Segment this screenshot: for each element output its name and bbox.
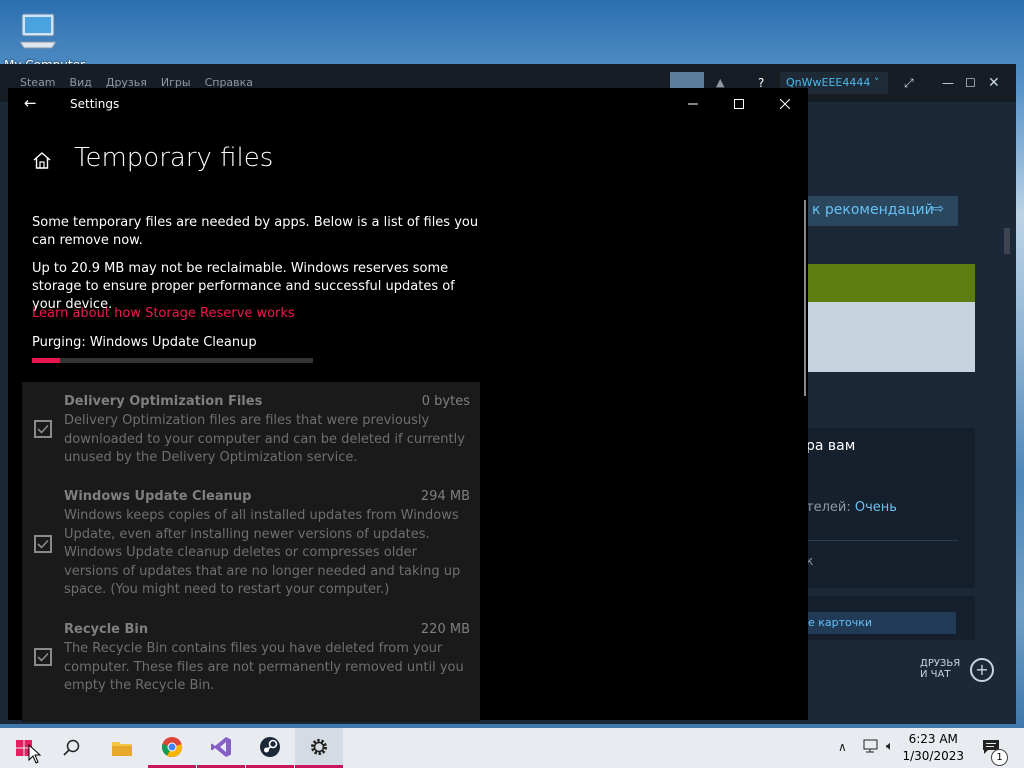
clock[interactable]: 6:23 AM 1/30/2023 [902, 731, 964, 765]
reviews-prefix: телей: [806, 500, 851, 515]
temp-files-list: Delivery Optimization Files 0 bytes Deli… [22, 382, 480, 722]
reviews-value[interactable]: Очень [855, 500, 897, 515]
search-icon [63, 739, 80, 756]
item-title: Windows Update Cleanup [64, 489, 252, 504]
search-button[interactable] [48, 728, 96, 768]
recommendations-button[interactable]: к рекомендаций ⇨ [806, 196, 958, 226]
steam-scrollbar[interactable] [1004, 228, 1010, 254]
file-explorer-button[interactable] [98, 728, 146, 768]
item-size: 220 MB [420, 622, 470, 637]
item-description: The Recycle Bin contains files you have … [64, 641, 464, 693]
window-title: Settings [70, 97, 120, 111]
steam-button[interactable] [246, 728, 294, 768]
purge-progress-fill [32, 358, 61, 363]
purging-status: Purging: Windows Update Cleanup [32, 335, 257, 350]
purge-progress-bar [32, 358, 313, 363]
home-icon[interactable] [32, 150, 52, 174]
checkmark-icon [37, 539, 49, 549]
settings-window: ← Settings Temporary files Some temporar… [8, 88, 808, 722]
page-title: Temporary files [74, 143, 274, 173]
visual-studio-icon [211, 736, 231, 757]
recommendations-label: к рекомендаций [812, 202, 934, 218]
network-icon[interactable] [862, 738, 880, 758]
item-description: Delivery Optimization files are files th… [64, 413, 465, 465]
settings-scrollbar[interactable] [804, 200, 806, 396]
checkmark-icon [37, 652, 49, 662]
checkbox[interactable] [34, 648, 52, 666]
visual-studio-button[interactable] [197, 728, 245, 768]
steam-close-button[interactable]: ✕ [988, 75, 1000, 97]
recommendation-heading: ра вам [806, 438, 856, 454]
clock-date: 1/30/2023 [902, 749, 964, 763]
bigpicture-icon[interactable]: ⤢ [904, 76, 914, 98]
settings-titlebar[interactable]: ← Settings [8, 88, 808, 120]
recommendation-panel: ра вам телей: Очень к [806, 428, 975, 588]
intro-text: Some temporary files are needed by apps.… [32, 215, 479, 248]
friends-chat-button[interactable]: ДРУЗЬЯ И ЧАТ [920, 658, 960, 680]
my-computer-icon[interactable] [14, 8, 62, 56]
volume-icon[interactable]: 🔈︎ [886, 739, 894, 754]
friends-label-1: ДРУЗЬЯ [920, 658, 961, 669]
chrome-icon [161, 736, 183, 757]
taskbar: ∧ 🔈︎ 6:23 AM 1/30/2023 1 [0, 728, 1024, 768]
maximize-button[interactable] [716, 88, 762, 120]
chevron-up-icon[interactable]: ∧ [838, 740, 847, 754]
minimize-button[interactable] [670, 88, 716, 120]
storage-reserve-link[interactable]: Learn about how Storage Reserve works [32, 306, 295, 321]
checkmark-icon [37, 424, 49, 434]
divider [806, 540, 958, 541]
item-size: 0 bytes [421, 394, 470, 409]
cards-button[interactable]: е карточки [806, 612, 956, 634]
gear-icon [311, 738, 327, 755]
steam-maximize-button[interactable]: ☐ [965, 76, 976, 98]
friends-label-2: И ЧАТ [920, 669, 951, 680]
add-friend-icon[interactable]: + [970, 658, 994, 682]
item-title: Delivery Optimization Files [64, 394, 263, 409]
mouse-cursor-icon [28, 743, 42, 768]
arrow-right-icon: ⇨ [932, 201, 944, 217]
settings-button[interactable] [295, 728, 343, 768]
notification-badge: 1 [991, 749, 1008, 766]
cards-label: е карточки [808, 616, 873, 629]
featured-banner[interactable] [806, 264, 975, 302]
checkbox[interactable] [34, 535, 52, 553]
close-button[interactable] [762, 88, 808, 120]
maximize-icon [734, 99, 744, 109]
item-title: Recycle Bin [64, 622, 149, 637]
back-arrow-icon[interactable]: ← [24, 94, 37, 112]
item-description: Windows keeps copies of all installed up… [64, 508, 461, 597]
steam-minimize-button[interactable]: — [942, 76, 954, 98]
checkbox[interactable] [34, 420, 52, 438]
minimize-icon [688, 103, 698, 105]
steam-icon [260, 736, 280, 757]
item-size: 294 MB [420, 489, 470, 504]
folder-icon [112, 742, 132, 756]
clock-time: 6:23 AM [908, 732, 958, 746]
chrome-button[interactable] [148, 728, 196, 768]
featured-image[interactable] [806, 302, 975, 372]
close-icon [780, 99, 790, 109]
